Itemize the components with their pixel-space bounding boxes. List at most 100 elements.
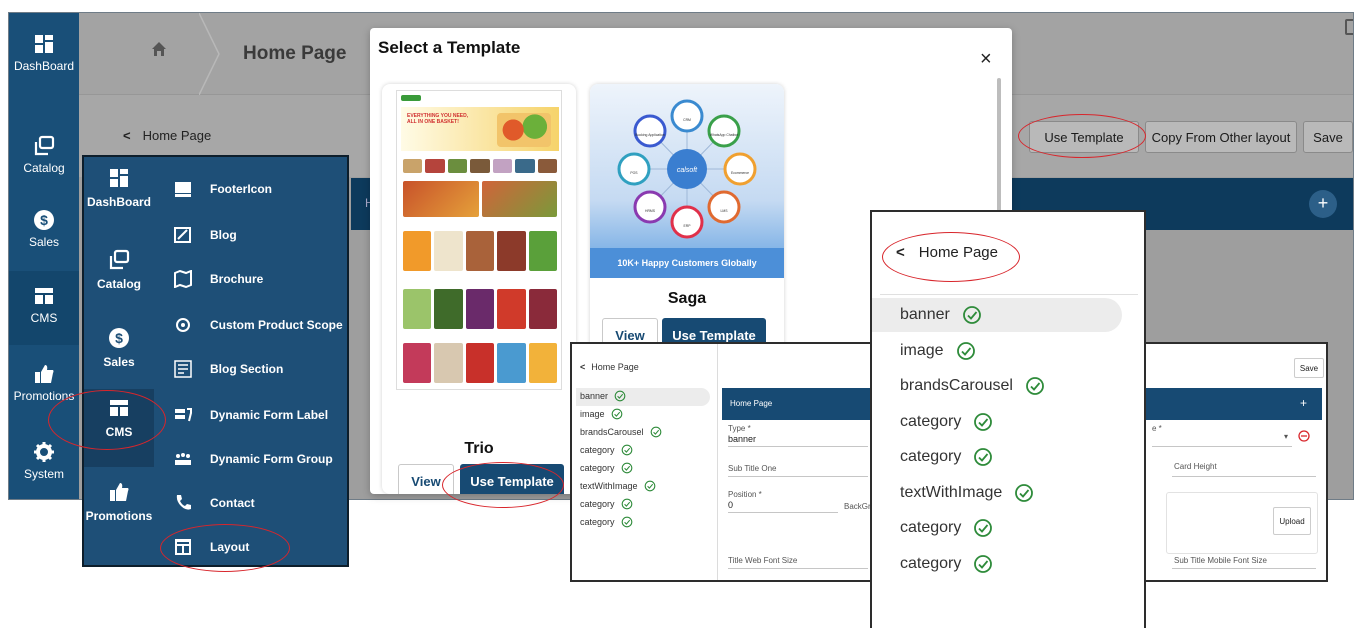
breadcrumb-divider (199, 13, 220, 95)
tree-node[interactable]: category (580, 498, 633, 510)
tree-node[interactable]: category (580, 462, 633, 474)
menu-item-blog[interactable]: Blog (174, 223, 237, 247)
blog-section-icon (174, 360, 192, 378)
add-section-button[interactable]: + (1309, 190, 1337, 218)
back-link-label: Home Page (591, 362, 639, 372)
tree-node[interactable]: banner (872, 298, 1122, 332)
tree-node-label: banner (580, 391, 609, 401)
tree-node[interactable]: textWithImage (580, 480, 656, 492)
chevron-left-icon: < (896, 244, 905, 261)
close-icon[interactable]: × (980, 48, 992, 71)
rail-item-promotions[interactable]: Promotions (84, 473, 154, 551)
divider (880, 294, 1138, 295)
rail-item-dashboard[interactable]: DashBoard (84, 159, 154, 237)
back-link[interactable]: < Home Page (580, 362, 639, 372)
rail-label: Promotions (85, 509, 153, 523)
rail-item-system[interactable]: System (9, 427, 79, 499)
rail-item-sales[interactable]: $ Sales (9, 195, 79, 269)
tree-node-label: category (900, 519, 962, 536)
tree-node[interactable]: textWithImage (872, 476, 1144, 510)
gear-icon (34, 442, 54, 462)
chevron-left-icon: < (580, 362, 586, 372)
tree-node[interactable]: category (580, 444, 633, 456)
save-button[interactable]: Save (1294, 358, 1324, 378)
tree-node[interactable]: category (872, 405, 1144, 439)
menu-item-contact[interactable]: Contact (174, 491, 255, 515)
save-button[interactable]: Save (1303, 121, 1353, 153)
card-height-field[interactable]: Card Height (1174, 462, 1217, 471)
background-field[interactable]: BackGr (844, 502, 871, 511)
rail-item-catalog[interactable]: Catalog (84, 241, 154, 319)
rail-label: CMS (105, 425, 133, 439)
menu-item-dynamic-form-label[interactable]: Dynamic Form Label (174, 403, 328, 427)
saga-thumbnail: calsoft Booking Application CRM WhatsApp… (590, 84, 784, 278)
check-circle-icon (974, 554, 993, 573)
back-link[interactable]: < Home Page (123, 128, 211, 143)
rail-item-dashboard[interactable]: DashBoard (9, 19, 79, 93)
tree-node-label: textWithImage (580, 481, 638, 491)
position-field[interactable]: 0 (728, 500, 733, 510)
type-field[interactable]: banner (728, 434, 756, 444)
menu-item-brochure[interactable]: Brochure (174, 267, 263, 291)
home-icon[interactable] (151, 41, 167, 57)
menu-item-label: Blog (210, 228, 237, 242)
position-field-label: Position * (728, 490, 762, 499)
rail-item-cms[interactable]: CMS (84, 389, 154, 467)
title-web-font-field[interactable]: Title Web Font Size (728, 556, 797, 565)
rail-label: DashBoard (13, 59, 75, 73)
add-section-button[interactable]: + (1300, 396, 1307, 410)
rail-item-catalog[interactable]: Catalog (9, 121, 79, 195)
rail-item-sales[interactable]: $ Sales (84, 319, 154, 397)
tree-node[interactable]: category (872, 511, 1144, 545)
subtitle-one-field[interactable]: Sub Title One (728, 464, 776, 473)
cms-menu-zoom: DashBoard Catalog $ Sales CMS Promotions… (82, 155, 349, 567)
menu-item-dynamic-form-group[interactable]: Dynamic Form Group (174, 447, 333, 471)
dashboard-icon (110, 169, 128, 187)
trio-category-row (403, 159, 557, 173)
dialog-title: Select a Template (378, 38, 521, 57)
template-name-trio: Trio (464, 440, 494, 457)
tree-node[interactable]: category (872, 547, 1144, 581)
check-circle-icon (644, 480, 655, 492)
menu-item-footericon[interactable]: FooterIcon (174, 177, 272, 201)
rail-item-promotions[interactable]: Promotions (9, 349, 79, 423)
tree-node-label: category (900, 448, 962, 465)
form-label-icon (175, 408, 192, 422)
field-underline (1172, 476, 1316, 477)
saga-node-label: LMS (721, 209, 729, 213)
menu-item-blog-section[interactable]: Blog Section (174, 357, 283, 381)
svg-text:$: $ (40, 212, 48, 228)
tree-node[interactable]: category (580, 516, 633, 528)
upload-button[interactable]: Upload (1273, 507, 1311, 535)
view-trio-button[interactable]: View (398, 464, 454, 494)
rail-label: System (23, 467, 64, 481)
menu-item-layout[interactable]: Layout (174, 535, 249, 559)
use-template-button[interactable]: Use Template (1029, 121, 1139, 153)
check-circle-icon (1026, 377, 1044, 395)
menu-item-label: Layout (210, 540, 250, 554)
tree-node[interactable]: category (872, 440, 1144, 474)
tree-node[interactable]: banner (580, 390, 626, 402)
rail-item-cms[interactable]: CMS (9, 271, 79, 345)
field-underline (1172, 568, 1316, 569)
field-underline (728, 512, 838, 513)
tree-node[interactable]: brandsCarousel (872, 369, 1144, 403)
check-circle-icon (1015, 483, 1034, 502)
tree-node[interactable]: image (872, 334, 1144, 368)
menu-item-label: Brochure (210, 272, 264, 286)
remove-icon[interactable] (1298, 430, 1310, 442)
field-underline (1152, 446, 1292, 447)
subtitle-mobile-font-field[interactable]: Sub Title Mobile Font Size (1174, 556, 1267, 565)
dropdown-arrow-icon[interactable]: ▾ (1284, 432, 1288, 441)
menu-item-custom-product-scope[interactable]: Custom Product Scope (174, 313, 343, 337)
use-trio-template-button[interactable]: Use Template (460, 464, 564, 494)
template-card-trio[interactable]: EVERYTHING YOU NEED, ALL IN ONE BASKET! … (382, 84, 576, 494)
rail-label: Promotions (13, 389, 75, 403)
blog-icon (174, 227, 191, 243)
tree-node[interactable]: image (580, 408, 623, 420)
trio-product-row-3 (403, 343, 558, 383)
copy-layout-button[interactable]: Copy From Other layout (1145, 121, 1297, 153)
check-circle-icon (974, 448, 993, 466)
tree-node[interactable]: brandsCarousel (580, 426, 662, 438)
back-link[interactable]: < Home Page (896, 244, 998, 261)
